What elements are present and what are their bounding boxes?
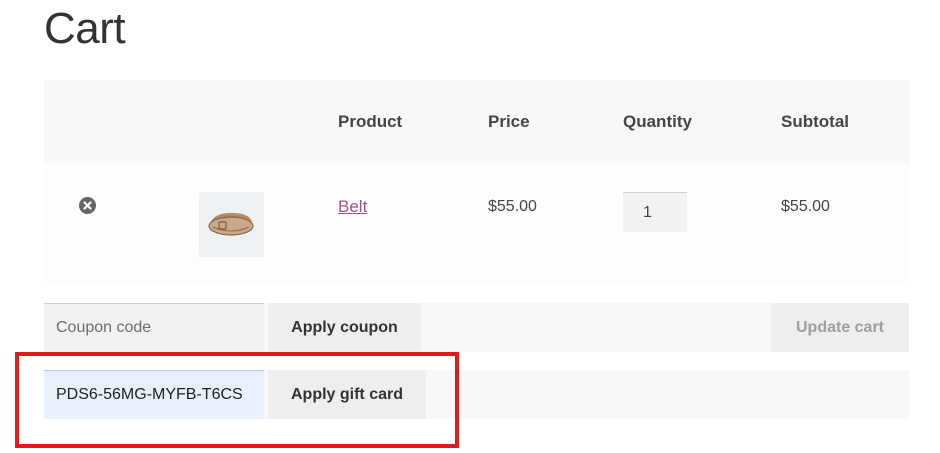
- header-product: Product: [338, 112, 403, 131]
- header-price: Price: [488, 112, 530, 131]
- belt-image: [208, 212, 254, 236]
- header-subtotal: Subtotal: [781, 112, 849, 131]
- apply-gift-card-button[interactable]: Apply gift card: [268, 370, 426, 419]
- cart-actions-row: Apply coupon Update cart: [44, 303, 909, 352]
- page-title: Cart: [44, 4, 126, 53]
- subtotal-value: $55.00: [781, 198, 830, 215]
- product-thumbnail[interactable]: [199, 192, 264, 257]
- gift-card-row: Apply gift card: [44, 370, 909, 419]
- apply-coupon-button[interactable]: Apply coupon: [268, 303, 421, 352]
- cart-table-header: Product Price Quantity Subtotal: [44, 80, 909, 163]
- update-cart-button[interactable]: Update cart: [771, 303, 909, 352]
- quantity-input[interactable]: [623, 192, 687, 232]
- price-value: $55.00: [488, 198, 537, 215]
- header-quantity: Quantity: [623, 112, 692, 131]
- coupon-code-input[interactable]: [44, 303, 264, 352]
- cart-page: Cart Product Price Quantity Subtotal Bel…: [0, 0, 940, 453]
- gift-card-input[interactable]: [44, 370, 264, 419]
- table-row: Belt $55.00 $55.00: [44, 163, 909, 284]
- product-link-belt[interactable]: Belt: [338, 197, 367, 217]
- close-circle-icon[interactable]: [79, 197, 96, 214]
